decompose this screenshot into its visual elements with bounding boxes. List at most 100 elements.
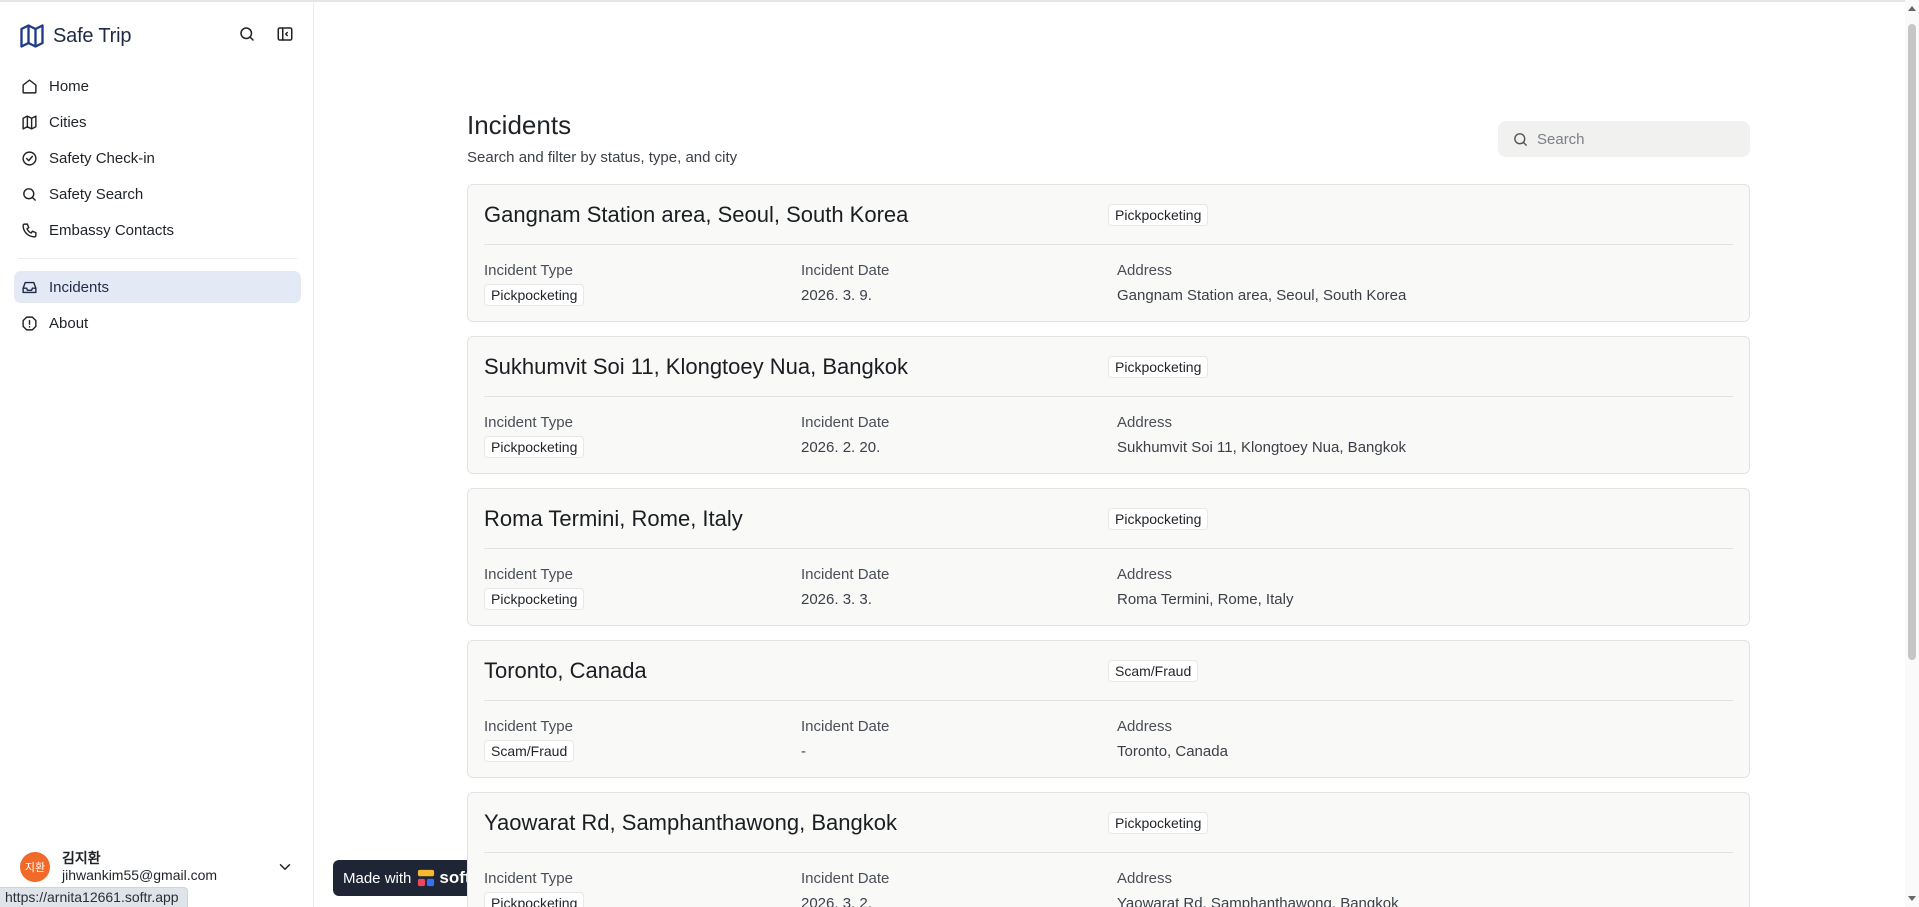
incident-type-field: Incident Type Pickpocketing [484, 870, 585, 907]
avatar: 지환 [20, 852, 50, 882]
incident-address-field: Address Yaowarat Rd, Samphanthawong, Ban… [1117, 870, 1399, 907]
search-icon [23, 187, 36, 201]
scrollbar-thumb[interactable] [1908, 24, 1916, 660]
page-title: Incidents [467, 110, 572, 140]
user-info: 김지환 jihwankim55@gmail.com [62, 850, 217, 884]
field-label: Incident Type [484, 566, 573, 583]
field-label: Incident Type [484, 262, 573, 279]
page-subtitle: Search and filter by status, type, and c… [467, 149, 738, 166]
incident-date: 2026. 3. 9. [801, 287, 872, 304]
scroll-up-arrow-icon[interactable] [1908, 4, 1916, 12]
chevron-down-icon[interactable] [276, 858, 294, 876]
phone-icon [22, 222, 37, 238]
search-box[interactable] [1498, 121, 1750, 157]
incident-title: Yaowarat Rd, Samphanthawong, Bangkok [484, 810, 897, 835]
sidebar-nav: Home Cities Safety Check-in Safety Searc… [14, 70, 301, 343]
sidebar-item-incidents[interactable]: Incidents [14, 271, 301, 303]
incident-tag: Pickpocketing [1108, 812, 1209, 834]
main-content: Incidents Search and filter by status, t… [467, 0, 1750, 907]
incident-address-field: Address Gangnam Station area, Seoul, Sou… [1117, 262, 1406, 304]
incident-card[interactable]: Gangnam Station area, Seoul, South Korea… [467, 184, 1750, 322]
sidebar-item-safety-search[interactable]: Safety Search [14, 178, 301, 210]
incident-title: Gangnam Station area, Seoul, South Korea [484, 202, 909, 227]
incident-list: Gangnam Station area, Seoul, South Korea… [467, 184, 1750, 907]
incident-type-tag: Pickpocketing [484, 588, 585, 610]
incident-date: - [801, 743, 806, 760]
incident-address: Yaowarat Rd, Samphanthawong, Bangkok [1117, 895, 1399, 907]
search-input[interactable] [1537, 130, 1737, 148]
incident-card[interactable]: Yaowarat Rd, Samphanthawong, Bangkok Pic… [467, 792, 1750, 907]
sidebar-item-label: Safety Search [49, 185, 144, 203]
scroll-down-arrow-icon[interactable] [1908, 895, 1916, 903]
incident-date: 2026. 3. 2. [801, 895, 872, 907]
incident-address: Roma Termini, Rome, Italy [1117, 591, 1294, 608]
incident-tag: Pickpocketing [1108, 356, 1209, 378]
field-label: Address [1117, 870, 1173, 887]
field-label: Incident Date [801, 262, 890, 279]
info-octagon-icon [22, 315, 37, 331]
incident-address-field: Address Toronto, Canada [1117, 718, 1228, 760]
incident-type-field: Incident Type Pickpocketing [484, 414, 585, 458]
incident-date-field: Incident Date - [801, 718, 889, 760]
brand[interactable]: Safe Trip [18, 22, 131, 50]
nav-divider [18, 258, 297, 259]
sidebar-item-embassy-contacts[interactable]: Embassy Contacts [14, 214, 301, 246]
sidebar: Safe Trip Home Cities Safety Check-in Sa… [0, 2, 314, 907]
incident-address-field: Address Sukhumvit Soi 11, Klongtoey Nua,… [1117, 414, 1406, 456]
user-profile[interactable]: 지환 김지환 jihwankim55@gmail.com [20, 847, 298, 887]
search-icon[interactable] [237, 24, 257, 44]
incident-tag: Scam/Fraud [1108, 660, 1199, 682]
field-label: Incident Date [801, 870, 890, 887]
field-label: Incident Date [801, 718, 890, 735]
field-label: Address [1117, 718, 1173, 735]
field-label: Incident Type [484, 718, 573, 735]
field-label: Incident Type [484, 870, 573, 887]
incident-date-field: Incident Date 2026. 3. 3. [801, 566, 889, 608]
field-label: Address [1117, 566, 1173, 583]
card-divider [484, 548, 1733, 549]
collapse-sidebar-icon[interactable] [275, 24, 295, 44]
sidebar-tools [237, 24, 295, 44]
sidebar-item-cities[interactable]: Cities [14, 106, 301, 138]
scrollbar[interactable] [1905, 0, 1919, 907]
incident-date-field: Incident Date 2026. 3. 2. [801, 870, 889, 907]
field-label: Incident Date [801, 414, 890, 431]
sidebar-item-label: Cities [49, 113, 87, 131]
map-logo-icon [20, 24, 44, 48]
incident-card[interactable]: Roma Termini, Rome, Italy Pickpocketing … [467, 488, 1750, 626]
status-url: https://arnita12661.softr.app [0, 887, 188, 907]
inbox-icon [22, 281, 37, 293]
field-label: Incident Type [484, 414, 573, 431]
incident-address: Toronto, Canada [1117, 743, 1228, 760]
map-icon [22, 114, 37, 130]
field-label: Incident Date [801, 566, 890, 583]
check-circle-icon [22, 150, 37, 166]
incident-tag: Pickpocketing [1108, 508, 1209, 530]
card-divider [484, 396, 1733, 397]
sidebar-item-label: Incidents [49, 278, 110, 296]
sidebar-item-about[interactable]: About [14, 307, 301, 339]
sidebar-item-home[interactable]: Home [14, 70, 301, 102]
incident-date-field: Incident Date 2026. 3. 9. [801, 262, 889, 304]
incident-date-field: Incident Date 2026. 2. 20. [801, 414, 889, 456]
field-label: Address [1117, 414, 1173, 431]
sidebar-item-label: About [49, 314, 89, 332]
user-name: 김지환 [62, 850, 101, 867]
incident-type-field: Incident Type Pickpocketing [484, 262, 585, 306]
incident-type-tag: Pickpocketing [484, 892, 585, 907]
incident-type-tag: Pickpocketing [484, 284, 585, 306]
incident-type-field: Incident Type Pickpocketing [484, 566, 585, 610]
incident-address-field: Address Roma Termini, Rome, Italy [1117, 566, 1293, 608]
incident-type-field: Incident Type Scam/Fraud [484, 718, 575, 762]
card-divider [484, 852, 1733, 853]
incident-title: Toronto, Canada [484, 658, 647, 683]
incident-card[interactable]: Sukhumvit Soi 11, Klongtoey Nua, Bangkok… [467, 336, 1750, 474]
sidebar-item-label: Embassy Contacts [49, 221, 175, 239]
incident-type-tag: Scam/Fraud [484, 740, 575, 762]
search-icon [1514, 132, 1527, 146]
incident-tag: Pickpocketing [1108, 204, 1209, 226]
sidebar-item-label: Safety Check-in [49, 149, 155, 167]
incident-card[interactable]: Toronto, Canada Scam/Fraud Incident Type… [467, 640, 1750, 778]
incident-title: Sukhumvit Soi 11, Klongtoey Nua, Bangkok [484, 354, 908, 379]
sidebar-item-safety-check-in[interactable]: Safety Check-in [14, 142, 301, 174]
